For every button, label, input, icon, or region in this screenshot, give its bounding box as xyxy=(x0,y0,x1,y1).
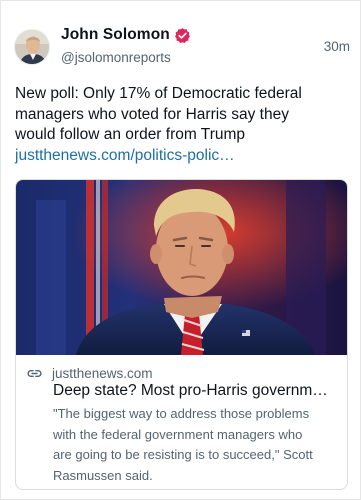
link-chain-icon xyxy=(26,365,43,382)
author-handle[interactable]: @jsolomonreports xyxy=(61,50,171,65)
post-text-line: would follow an order from Trump xyxy=(15,126,246,143)
author-name[interactable]: John Solomon xyxy=(61,26,170,44)
link-preview-description-line: with the federal government managers who xyxy=(53,426,303,442)
link-preview-domain-row: justthenews.com xyxy=(26,364,153,382)
link-preview-title[interactable]: Deep state? Most pro-Harris governm… xyxy=(53,381,343,401)
link-preview-description-line: "The biggest way to address those proble… xyxy=(53,406,310,421)
post-text-line: managers who voted for Harris say they xyxy=(15,105,289,123)
post-card[interactable]: John Solomon @jsolomonreports 30m New po… xyxy=(0,0,361,500)
post-text-line: New poll: Only 17% of Democratic federal xyxy=(15,85,302,102)
link-preview-description-line: Rasmussen said. xyxy=(53,467,153,483)
link-preview-image[interactable] xyxy=(16,180,347,355)
link-preview-description-line: are going to be resisting is to succeed,… xyxy=(53,447,313,462)
post-header: John Solomon @jsolomonreports 30m xyxy=(14,25,350,71)
link-preview-card[interactable]: justthenews.com Deep state? Most pro-Har… xyxy=(15,179,348,490)
link-preview-domain: justthenews.com xyxy=(52,365,153,381)
post-url-link[interactable]: justthenews.com/politics-polic… xyxy=(15,146,235,166)
name-row: John Solomon xyxy=(61,25,191,45)
link-preview-description: "The biggest way to address those proble… xyxy=(53,404,345,486)
verified-badge-icon xyxy=(174,27,191,44)
avatar[interactable] xyxy=(14,29,50,65)
post-timestamp[interactable]: 30m xyxy=(324,39,350,54)
post-text: New poll: Only 17% of Democratic federal… xyxy=(15,84,350,146)
